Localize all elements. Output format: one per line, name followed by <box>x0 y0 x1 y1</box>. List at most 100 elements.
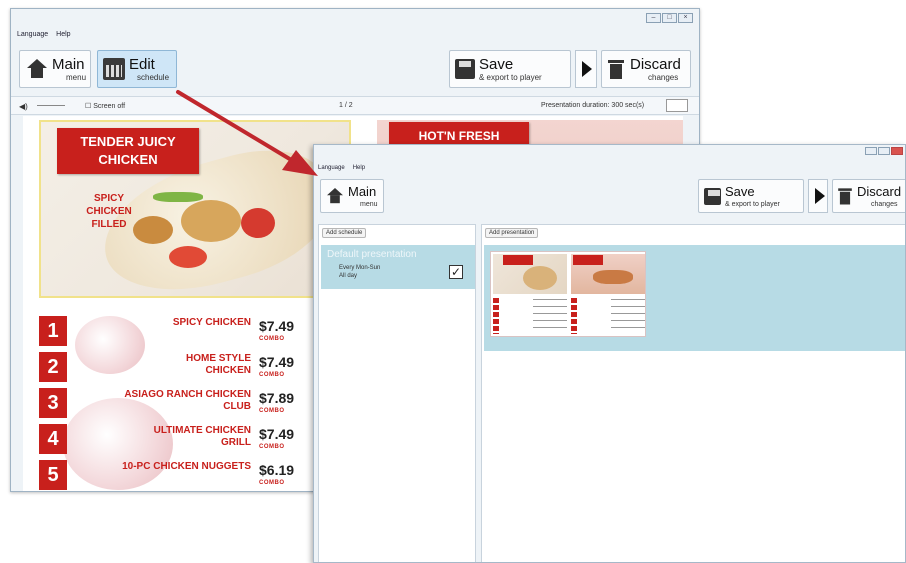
menu-item: 4 ULTIMATE CHICKEN GRILL $7.49 COMBO S <box>39 424 339 456</box>
play-arrow-button[interactable] <box>808 179 828 213</box>
discard-changes-button[interactable]: Discard changes <box>601 50 691 88</box>
item-name: HOME STYLE CHICKEN <box>185 353 251 376</box>
item-price: $7.49 <box>259 318 295 334</box>
calendar-icon <box>103 58 125 80</box>
hero-side-label: SPICY CHICKEN FILLED <box>86 193 132 230</box>
main-menu-button[interactable]: Main menu <box>19 50 91 88</box>
checkbox-icon[interactable]: ✓ <box>449 265 463 279</box>
item-combo: COMBO <box>259 444 285 450</box>
save-button-title: Save <box>479 55 514 73</box>
item-name: ASIAGO RANCH CHICKEN CLUB <box>124 389 251 412</box>
schedule-days: Every Mon-Sun <box>339 265 381 271</box>
save-export-button[interactable]: Save & export to player <box>449 50 571 88</box>
home-icon <box>26 59 48 79</box>
item-price: $7.89 <box>259 390 295 406</box>
volume-icon[interactable]: ◀) <box>19 102 28 111</box>
menu-item: 3 ASIAGO RANCH CHICKEN CLUB $7.89 COMBO … <box>39 388 339 420</box>
thumb-food-2 <box>593 270 633 284</box>
main-button-title: Main <box>52 55 85 73</box>
thumb-food <box>523 266 557 290</box>
item-price: $6.19 <box>259 462 295 478</box>
volume-slider[interactable] <box>37 105 65 106</box>
edit-button-sub: schedule <box>137 72 170 82</box>
schedule-title: Default presentation <box>327 249 417 260</box>
screen-off-label: Screen off <box>93 103 126 110</box>
item-number: 1 <box>39 316 67 346</box>
maximize-icon[interactable] <box>878 147 890 155</box>
menu-bar: Language Help <box>17 31 71 38</box>
thumb-hero-right <box>571 254 645 294</box>
item-number: 4 <box>39 424 67 454</box>
edit-button-title: Edit <box>129 55 155 73</box>
presentation-panel: Add presentation <box>481 224 905 562</box>
control-strip: ◀) ☐ Screen off 1 / 2 Presentation durat… <box>11 96 699 115</box>
hero-banner-text: TENDER JUICY CHICKEN <box>80 134 176 167</box>
save-disk-icon <box>704 187 721 205</box>
discard-changes-button[interactable]: Discard changes <box>832 179 905 213</box>
menu-language[interactable]: Language <box>17 31 48 38</box>
view-options-dropdown[interactable] <box>666 99 688 112</box>
menu-bar: Language Help <box>318 165 365 171</box>
main-button-title: Main <box>348 183 377 199</box>
lettuce-piece <box>153 192 203 202</box>
thumb-numbers-2 <box>571 298 577 334</box>
item-combo: COMBO <box>259 336 285 342</box>
tomato-piece <box>241 208 275 238</box>
discard-button-sub: changes <box>648 72 679 82</box>
main-menu-button[interactable]: Main menu <box>320 179 384 213</box>
save-button-title: Save <box>725 183 755 199</box>
schedule-item[interactable]: Default presentation Every Mon-Sun All d… <box>321 245 475 289</box>
menu-help[interactable]: Help <box>56 31 70 38</box>
save-disk-icon <box>455 59 475 79</box>
save-export-button[interactable]: Save & export to player <box>698 179 804 213</box>
item-combo: COMBO <box>259 408 285 414</box>
item-combo: COMBO <box>259 480 285 486</box>
item-number: 2 <box>39 352 67 382</box>
presentation-thumbnail[interactable] <box>490 251 646 337</box>
maximize-icon[interactable]: □ <box>662 13 677 23</box>
item-number: 5 <box>39 460 67 490</box>
edit-schedule-button[interactable]: Edit schedule <box>97 50 177 88</box>
second-banner-text: HOT'N FRESH <box>418 129 500 143</box>
item-number: 3 <box>39 388 67 418</box>
save-button-sub: & export to player <box>725 200 780 208</box>
main-button-sub: menu <box>360 200 378 208</box>
thumb-banner <box>503 255 533 265</box>
presentation-duration: Presentation duration: 300 sec(s) <box>541 102 645 109</box>
menu-item: 5 10-PC CHICKEN NUGGETS $6.19 COMBO S <box>39 460 339 491</box>
close-icon[interactable]: × <box>678 13 693 23</box>
hero-image: TENDER JUICY CHICKEN SPICY CHICKEN FILLE… <box>39 120 351 298</box>
main-button-sub: menu <box>66 72 87 82</box>
discard-button-title: Discard <box>857 183 902 199</box>
home-icon <box>326 188 344 204</box>
item-name: SPICY CHICKEN <box>172 317 251 328</box>
trash-icon <box>608 59 624 79</box>
minimize-icon[interactable]: – <box>646 13 661 23</box>
thumb-menu-list <box>493 298 645 336</box>
add-schedule-button[interactable]: Add schedule <box>322 228 367 238</box>
item-name: ULTIMATE CHICKEN GRILL <box>153 425 251 448</box>
stage: – □ × Language Help Main menu Edit sched… <box>0 0 906 563</box>
add-presentation-button[interactable]: Add presentation <box>485 228 539 238</box>
thumb-hero-left <box>493 254 567 294</box>
close-icon[interactable] <box>891 147 903 155</box>
item-combo: COMBO <box>259 372 285 378</box>
minimize-icon[interactable] <box>865 147 877 155</box>
save-button-sub: & export to player <box>479 72 542 82</box>
menu-help[interactable]: Help <box>353 165 365 171</box>
window-controls <box>865 147 903 155</box>
thumb-banner-2 <box>573 255 603 265</box>
schedule-panel: Add schedule Default presentation Every … <box>318 224 476 562</box>
thumb-numbers <box>493 298 499 334</box>
menu-language[interactable]: Language <box>318 165 345 171</box>
thumb-prices-2 <box>611 299 645 333</box>
thumb-prices <box>533 299 567 333</box>
discard-button-title: Discard <box>630 55 681 73</box>
chicken-piece <box>181 200 241 242</box>
front-window: Language Help Main menu Save & export to… <box>313 144 906 563</box>
screen-off-checkbox[interactable]: ☐ Screen off <box>85 102 125 110</box>
play-arrow-button[interactable] <box>575 50 597 88</box>
item-price: $7.49 <box>259 354 295 370</box>
item-name: 10-PC CHICKEN NUGGETS <box>122 461 251 472</box>
chicken-piece-2 <box>133 216 173 244</box>
